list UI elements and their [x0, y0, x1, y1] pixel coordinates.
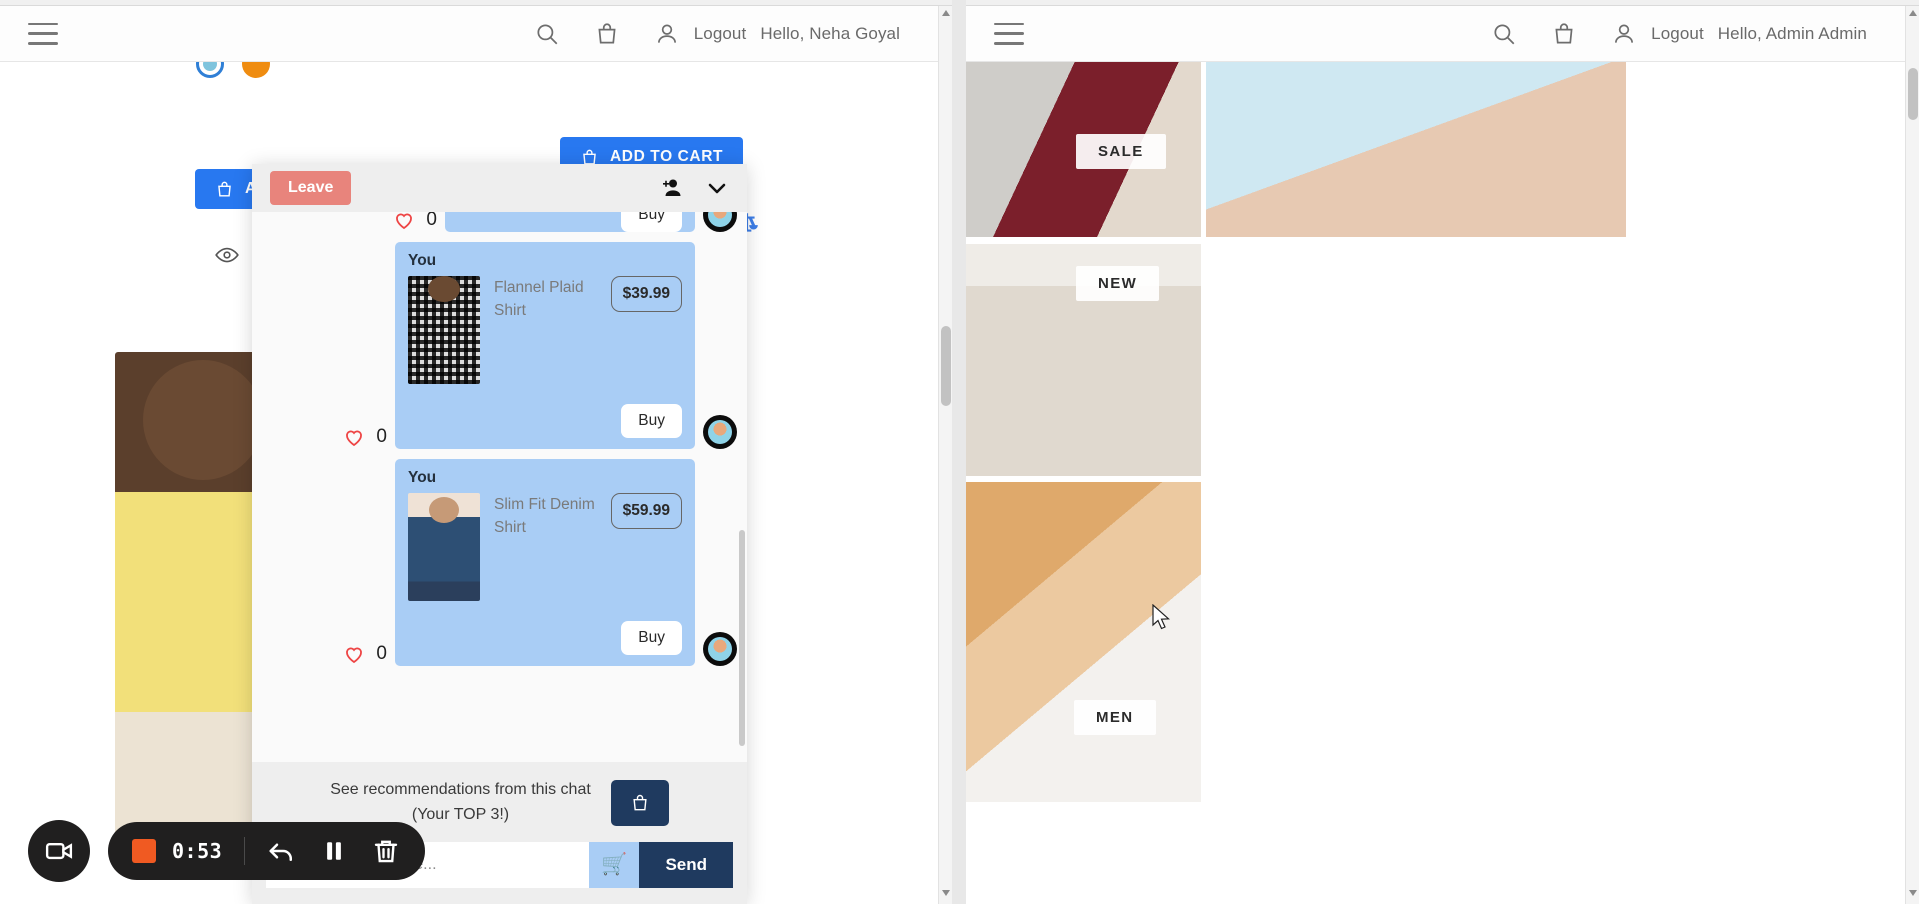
scrollbar-thumb[interactable]: [941, 326, 951, 406]
chevron-down-icon[interactable]: [705, 176, 729, 200]
scroll-down-icon[interactable]: [1909, 890, 1917, 898]
chat-scrollbar-thumb[interactable]: [739, 530, 745, 746]
window-scrollbar-left[interactable]: [938, 6, 952, 904]
message-sender: You: [408, 252, 437, 269]
color-swatches: [196, 62, 270, 78]
scroll-up-icon[interactable]: [1909, 10, 1917, 18]
user-icon[interactable]: [1611, 21, 1637, 47]
site-header-left: Logout Hello, Neha Goyal: [0, 6, 952, 62]
heart-icon[interactable]: [341, 425, 367, 449]
product-image: [408, 276, 480, 384]
user-menu-right[interactable]: Logout Hello, Admin Admin: [1611, 21, 1867, 47]
like-group[interactable]: 0: [341, 425, 387, 449]
buy-row: Buy: [408, 621, 682, 655]
price-chip[interactable]: $59.99: [610, 493, 682, 529]
chat-message: 0 You Flannel Plaid Shirt $39.99 Buy: [262, 242, 737, 449]
scrollbar-thumb[interactable]: [1908, 68, 1918, 120]
price-chip[interactable]: $39.99: [610, 276, 682, 312]
buy-button[interactable]: Buy: [621, 404, 682, 438]
recommendation-button[interactable]: [610, 780, 669, 827]
scroll-up-icon[interactable]: [942, 10, 950, 18]
stop-square-icon[interactable]: [132, 839, 156, 863]
chat-header-left: Leave: [252, 164, 747, 212]
message-sender: You: [408, 469, 437, 486]
like-count: 0: [426, 212, 437, 230]
like-group[interactable]: 0: [341, 642, 387, 666]
buy-button[interactable]: Buy: [621, 212, 682, 232]
cart-toggle-button[interactable]: 🛒: [589, 842, 640, 888]
eye-icon[interactable]: [214, 242, 240, 268]
avatar: [703, 415, 737, 449]
shopping-bag-icon[interactable]: [594, 21, 620, 47]
logout-link[interactable]: Logout: [694, 24, 747, 44]
avatar: [703, 212, 737, 232]
video-camera-icon[interactable]: [28, 820, 90, 882]
divider: [244, 837, 246, 865]
buy-button[interactable]: Buy: [621, 621, 682, 655]
swatch-orange[interactable]: [242, 62, 270, 78]
greeting-label: Hello, Neha Goyal: [760, 23, 900, 43]
avatar: [703, 632, 737, 666]
heart-icon[interactable]: [341, 642, 367, 666]
browser-window-right: Logout Hello, Admin Admin SALE NEW MEN L…: [966, 0, 1919, 904]
add-person-icon[interactable]: [659, 176, 683, 200]
header-actions-right: Logout Hello, Admin Admin: [1491, 21, 1919, 47]
undo-arrow-icon[interactable]: [267, 836, 297, 866]
swatch-blue[interactable]: [196, 62, 224, 78]
hamburger-icon[interactable]: [28, 22, 58, 45]
recording-controls: 0:53: [108, 822, 426, 880]
recording-time: 0:53: [172, 839, 223, 863]
product-image: [408, 493, 480, 601]
product-name: Slim Fit Denim Shirt: [494, 496, 595, 537]
banner-tile-men[interactable]: MEN: [966, 482, 1201, 802]
recommendation-line-1: See recommendations from this chat: [330, 781, 591, 799]
chat-bubble: Buy: [445, 212, 695, 232]
chat-messages-left[interactable]: 0 Buy 0 You Flannel Plaid Shirt $39.99 B…: [252, 212, 747, 763]
like-count: 0: [376, 643, 387, 664]
banner-label: SALE: [1076, 134, 1166, 169]
logout-link[interactable]: Logout: [1651, 24, 1704, 44]
send-button[interactable]: Send: [639, 842, 733, 888]
user-icon[interactable]: [654, 21, 680, 47]
chat-bubble: You Slim Fit Denim Shirt $59.99 Buy: [395, 459, 695, 666]
banner-label: NEW: [1076, 266, 1160, 301]
shopping-bag-icon: [218, 181, 231, 197]
recording-toolbar: 0:53: [28, 820, 426, 882]
browser-window-left: Logout Hello, Neha Goyal ADD TO CART ADD…: [0, 0, 952, 904]
greeting-label: Hello, Admin Admin: [1717, 23, 1867, 43]
product-name: Flannel Plaid Shirt: [494, 279, 584, 320]
hamburger-icon[interactable]: [994, 22, 1024, 45]
banner-tile-new[interactable]: NEW: [966, 244, 1201, 476]
scroll-down-icon[interactable]: [942, 890, 950, 898]
like-count: 0: [376, 426, 387, 447]
heart-icon[interactable]: [391, 212, 417, 232]
buy-row: Buy: [408, 404, 682, 438]
buy-row: Buy: [445, 212, 695, 232]
header-actions-left: Logout Hello, Neha Goyal: [534, 21, 952, 47]
chat-scrollbar[interactable]: [739, 218, 745, 756]
banner-label: MEN: [1074, 700, 1156, 735]
page-content-right: SALE NEW MEN: [966, 62, 1919, 904]
shopping-bag-icon: [633, 795, 647, 811]
user-menu-left[interactable]: Logout Hello, Neha Goyal: [654, 21, 900, 47]
chat-header-icons-left: [659, 176, 729, 200]
banner-tile-sale[interactable]: SALE: [966, 62, 1201, 237]
like-group[interactable]: 0: [391, 212, 437, 232]
chat-message-partial: 0 Buy: [262, 212, 737, 232]
search-icon[interactable]: [534, 21, 560, 47]
product-card: Slim Fit Denim Shirt $59.99: [408, 493, 682, 601]
site-header-right: Logout Hello, Admin Admin: [966, 6, 1919, 62]
trash-icon[interactable]: [371, 836, 401, 866]
screen-root: Logout Hello, Neha Goyal ADD TO CART ADD…: [0, 0, 1919, 904]
pause-icon[interactable]: [319, 836, 349, 866]
product-card: Flannel Plaid Shirt $39.99: [408, 276, 682, 384]
leave-button[interactable]: Leave: [270, 171, 352, 205]
search-icon[interactable]: [1491, 21, 1517, 47]
shopping-bag-icon[interactable]: [1551, 21, 1577, 47]
chat-bubble: You Flannel Plaid Shirt $39.99 Buy: [395, 242, 695, 449]
window-scrollbar-right[interactable]: [1905, 6, 1919, 904]
banner-tile-models[interactable]: [1206, 62, 1626, 237]
chat-message: 0 You Slim Fit Denim Shirt $59.99 Buy: [262, 459, 737, 666]
chat-widget-left: Leave 0 Buy 0 You Flannel Plaid Shirt $3…: [252, 164, 747, 904]
